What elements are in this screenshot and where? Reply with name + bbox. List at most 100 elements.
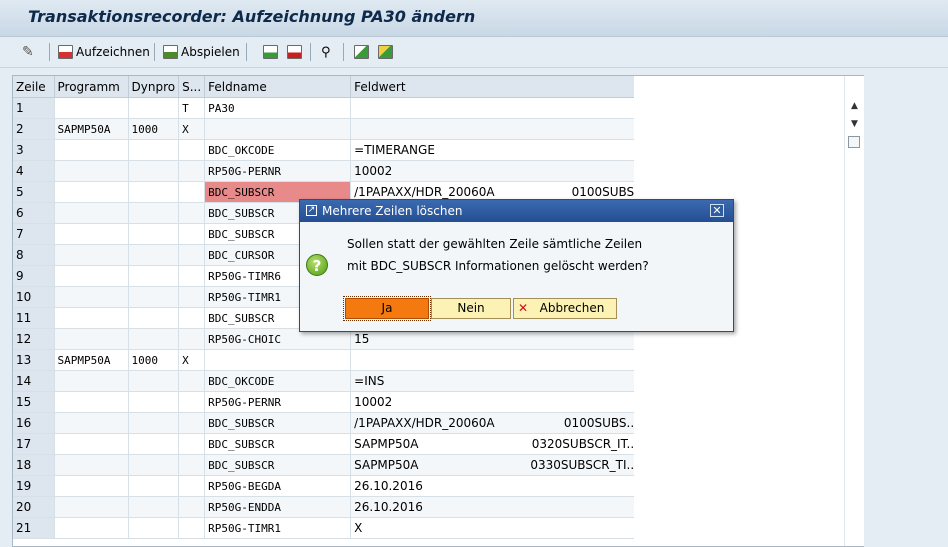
cell-programm[interactable] xyxy=(54,244,129,266)
cell-start[interactable] xyxy=(178,517,206,539)
cell-start[interactable] xyxy=(178,370,206,392)
cell-feldwert[interactable] xyxy=(350,97,638,119)
cell-feldwert[interactable]: X xyxy=(350,517,638,539)
cell-start[interactable] xyxy=(178,139,206,161)
table-row[interactable]: 4 RP50G-PERNR 10002 xyxy=(13,160,638,182)
cell-dynpro[interactable] xyxy=(128,307,180,329)
cell-zeile[interactable]: 8 xyxy=(13,244,55,266)
cell-programm[interactable] xyxy=(54,370,129,392)
cell-start[interactable]: X xyxy=(178,118,206,140)
cell-zeile[interactable]: 10 xyxy=(13,286,55,308)
cell-feldwert[interactable]: 10002 xyxy=(350,160,638,182)
cell-zeile[interactable]: 4 xyxy=(13,160,55,182)
cell-programm[interactable] xyxy=(54,286,129,308)
cell-programm[interactable] xyxy=(54,307,129,329)
cell-dynpro[interactable] xyxy=(128,223,180,245)
cell-start[interactable] xyxy=(178,328,206,350)
table-row[interactable]: 1 T PA30 xyxy=(13,97,638,119)
cell-feldname[interactable]: RP50G-PERNR xyxy=(204,160,352,182)
edit-button[interactable]: ✎ xyxy=(22,42,34,62)
cell-zeile[interactable]: 2 xyxy=(13,118,55,140)
cell-start[interactable] xyxy=(178,265,206,287)
cell-zeile[interactable]: 16 xyxy=(13,412,55,434)
cell-feldwert[interactable]: =TIMERANGE xyxy=(350,139,638,161)
cell-programm[interactable]: SAPMP50A xyxy=(54,118,129,140)
scroll-down-arrow-icon[interactable]: ▼ xyxy=(849,120,860,129)
cell-dynpro[interactable] xyxy=(128,412,180,434)
insert-row-button[interactable] xyxy=(263,42,278,62)
cell-programm[interactable] xyxy=(54,160,129,182)
cell-start[interactable] xyxy=(178,307,206,329)
cell-zeile[interactable]: 19 xyxy=(13,475,55,497)
cell-feldwert[interactable]: /1PAPAXX/HDR_20060A 0100SUBS.. xyxy=(350,412,638,434)
cell-dynpro[interactable] xyxy=(128,496,180,518)
col-header-feldwert[interactable]: Feldwert xyxy=(350,76,638,98)
cell-start[interactable] xyxy=(178,391,206,413)
cell-start[interactable]: T xyxy=(178,97,206,119)
cell-zeile[interactable]: 5 xyxy=(13,181,55,203)
cell-start[interactable] xyxy=(178,223,206,245)
cell-feldname[interactable] xyxy=(204,349,352,371)
cell-feldwert[interactable] xyxy=(350,349,638,371)
cell-zeile[interactable]: 21 xyxy=(13,517,55,539)
cell-feldname[interactable]: BDC_OKCODE xyxy=(204,370,352,392)
cell-feldwert[interactable]: 10002 xyxy=(350,391,638,413)
cell-dynpro[interactable] xyxy=(128,517,180,539)
table-row[interactable]: 13 SAPMP50A 1000 X xyxy=(13,349,638,371)
cell-start[interactable] xyxy=(178,286,206,308)
cell-zeile[interactable]: 7 xyxy=(13,223,55,245)
scrollbar-thumb[interactable] xyxy=(848,136,860,148)
table-row[interactable]: 15 RP50G-PERNR 10002 xyxy=(13,391,638,413)
cell-dynpro[interactable] xyxy=(128,286,180,308)
cell-start[interactable] xyxy=(178,454,206,476)
cell-programm[interactable] xyxy=(54,139,129,161)
table-row[interactable]: 19 RP50G-BEGDA 26.10.2016 xyxy=(13,475,638,497)
table-row[interactable]: 3 BDC_OKCODE =TIMERANGE xyxy=(13,139,638,161)
cell-programm[interactable] xyxy=(54,496,129,518)
table-row[interactable]: 14 BDC_OKCODE =INS xyxy=(13,370,638,392)
cell-feldname[interactable]: RP50G-TIMR1 xyxy=(204,517,352,539)
cell-programm[interactable] xyxy=(54,328,129,350)
cell-programm[interactable] xyxy=(54,454,129,476)
cell-dynpro[interactable] xyxy=(128,265,180,287)
cell-zeile[interactable]: 1 xyxy=(13,97,55,119)
close-icon[interactable]: ✕ xyxy=(710,204,724,217)
cell-start[interactable] xyxy=(178,160,206,182)
cell-dynpro[interactable]: 1000 xyxy=(128,118,180,140)
cell-dynpro[interactable] xyxy=(128,433,180,455)
cell-programm[interactable] xyxy=(54,265,129,287)
cell-dynpro[interactable] xyxy=(128,244,180,266)
table-row[interactable]: 16 BDC_SUBSCR/1PAPAXX/HDR_20060A 0100SUBS.… xyxy=(13,412,638,434)
cell-programm[interactable]: SAPMP50A xyxy=(54,349,129,371)
cell-programm[interactable] xyxy=(54,97,129,119)
col-header-zeile[interactable]: Zeile xyxy=(13,76,55,98)
cell-dynpro[interactable]: 1000 xyxy=(128,349,180,371)
cell-feldname[interactable]: BDC_OKCODE xyxy=(204,139,352,161)
cell-dynpro[interactable] xyxy=(128,181,180,203)
scroll-up-arrow-icon[interactable]: ▲ xyxy=(849,102,860,111)
hierarchy-button[interactable]: ⚲ xyxy=(321,42,331,62)
cell-feldwert[interactable]: SAPMP50A 0320SUBSCR_IT.. xyxy=(350,433,638,455)
cell-dynpro[interactable] xyxy=(128,139,180,161)
yes-button[interactable]: Ja xyxy=(343,296,431,321)
cancel-button[interactable]: ✕ Abbrechen xyxy=(513,298,617,319)
cell-feldwert[interactable]: 26.10.2016 xyxy=(350,496,638,518)
cell-zeile[interactable]: 17 xyxy=(13,433,55,455)
play-button[interactable]: Abspielen xyxy=(163,42,240,62)
cell-zeile[interactable]: 9 xyxy=(13,265,55,287)
cell-zeile[interactable]: 20 xyxy=(13,496,55,518)
cell-start[interactable] xyxy=(178,181,206,203)
record-button[interactable]: Aufzeichnen xyxy=(58,42,150,62)
table-row[interactable]: 18 BDC_SUBSCR SAPMP50A 0330SUBSCR_TI.. xyxy=(13,454,638,476)
cell-feldname[interactable] xyxy=(204,118,352,140)
col-header-start[interactable]: S... xyxy=(178,76,206,98)
col-header-programm[interactable]: Programm xyxy=(54,76,129,98)
cell-feldwert[interactable]: SAPMP50A 0330SUBSCR_TI.. xyxy=(350,454,638,476)
table-row[interactable]: 17 BDC_SUBSCR SAPMP50A 0320SUBSCR_IT.. xyxy=(13,433,638,455)
cell-feldname[interactable]: BDC_SUBSCR xyxy=(204,433,352,455)
cell-programm[interactable] xyxy=(54,181,129,203)
cell-programm[interactable] xyxy=(54,475,129,497)
cell-programm[interactable] xyxy=(54,202,129,224)
cell-feldname[interactable]: BDC_SUBSCR xyxy=(204,412,352,434)
cell-dynpro[interactable] xyxy=(128,160,180,182)
